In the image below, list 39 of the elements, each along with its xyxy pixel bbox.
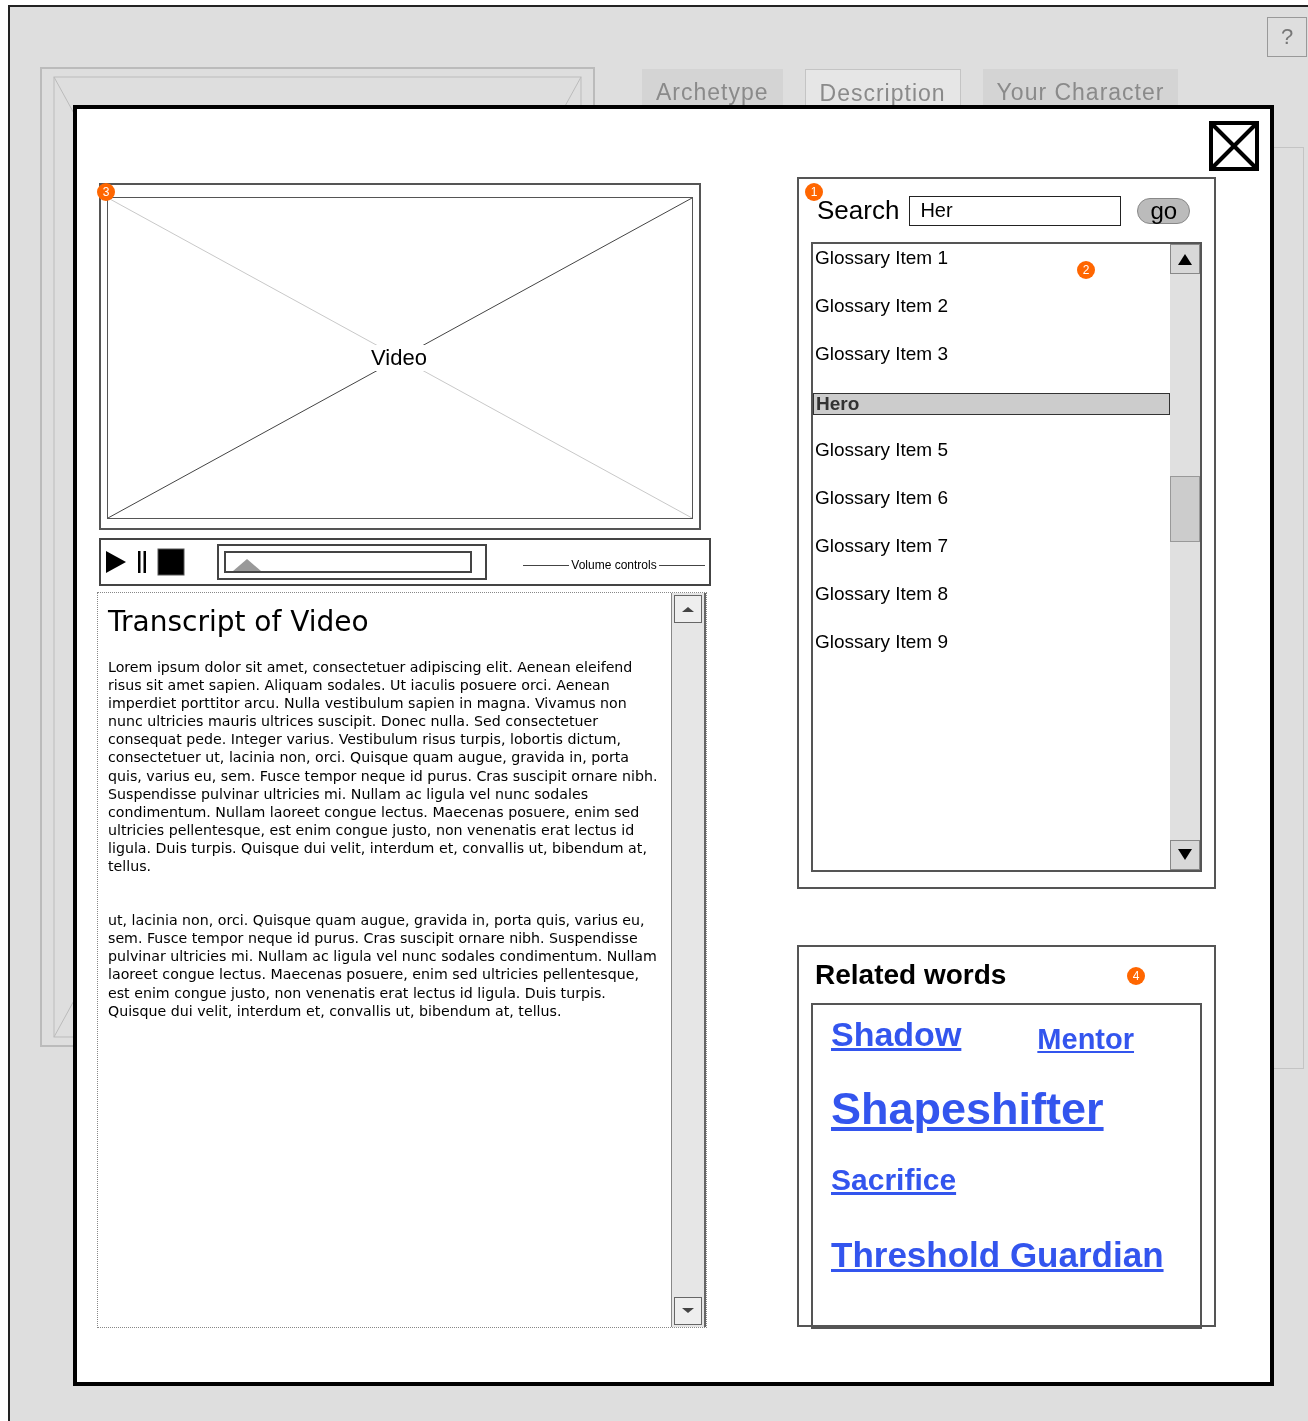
seek-slider[interactable] (217, 544, 487, 580)
slider-thumb[interactable] (233, 559, 262, 571)
scroll-up-icon[interactable] (1170, 244, 1200, 274)
scroll-down-icon[interactable] (674, 1297, 702, 1325)
pause-icon[interactable] (137, 550, 147, 574)
video-label: Video (369, 345, 429, 371)
volume-label: Volume controls (569, 557, 659, 572)
related-word-link[interactable]: Threshold Guardian (831, 1235, 1164, 1275)
glossary-item[interactable]: Hero (813, 393, 1170, 415)
search-field[interactable]: Her (909, 195, 1122, 226)
glossary-item[interactable]: Glossary Item 3 (813, 340, 951, 388)
glossary-item[interactable]: Glossary Item 7 (813, 532, 951, 580)
annotation-badge: 2 (1077, 261, 1095, 279)
scroll-up-icon[interactable] (674, 595, 702, 623)
related-word-link[interactable]: Shadow (831, 1015, 962, 1063)
related-title: Related words (815, 959, 1007, 991)
transcript-title: Transcript of Video (108, 605, 370, 638)
scrollbar[interactable] (671, 593, 706, 1327)
annotation-badge: 3 (97, 183, 115, 201)
annotation-badge: 1 (805, 183, 823, 201)
scroll-thumb[interactable] (1170, 476, 1200, 542)
glossary-item[interactable]: Glossary Item 9 (813, 628, 951, 676)
close-icon[interactable] (1209, 121, 1259, 171)
glossary-item[interactable]: Glossary Item 8 (813, 580, 951, 628)
go-button[interactable]: go (1137, 197, 1191, 224)
play-icon[interactable] (105, 550, 127, 574)
glossary-item[interactable]: Glossary Item 2 (813, 292, 951, 340)
related-word-link[interactable]: Sacrifice (831, 1163, 957, 1197)
related-word-link[interactable]: Mentor (1037, 1015, 1200, 1063)
transcript-paragraph: Lorem ipsum dolor sit amet, consectetuer adipiscing elit. Aenean eleifend risus sit amet sapien. Aliquam sodales. Ut iaculis posuere orci. Aenean imperdiet porttitor arcu. Nulla vestibulum sapien in magna. Vivamus non nunc ultricies mauris ultrices suscipit. Donec nulla. Sed consectetuer consequat pede. Integer varius. Vestibulum risus turpis, lobortis dictum, consectetuer ut, lacinia non, orci. Quisque quam augue, gravida in, porta quis, varius eu, sem. Fusce tempor neque id purus. Cras suscipit ornare nibh. Suspendisse pulvinar ultricies mi. Nullam ac ligula vel nunc sodales condimentum. Nullam laoreet congue lectus. Maecenas posuere, enim sed ultricies pellentesque, est enim congue justo, non venenatis erat lectus id ligula. Duis turpis. Quisque dui velit, interdum et, convallis ut, bibendum at, tellus. (108, 658, 659, 876)
glossary-item[interactable]: Glossary Item 6 (813, 484, 951, 532)
stop-icon[interactable] (157, 548, 185, 576)
related-word-link[interactable]: Shapeshifter (831, 1083, 1200, 1149)
annotation-badge: 4 (1127, 967, 1145, 985)
glossary-item[interactable]: Glossary Item 1 (813, 244, 951, 292)
scroll-down-icon[interactable] (1170, 840, 1200, 870)
glossary-item[interactable]: Glossary Item 5 (813, 436, 951, 484)
scrollbar[interactable] (1170, 244, 1200, 870)
transcript-paragraph: ut, lacinia non, orci. Quisque quam augue, gravida in, porta quis, varius eu, sem. Fusce tempor neque id purus. Cras suscipit ornare nibh. Suspendisse pulvinar ultricies mi. Nullam ac ligula vel nunc sodales condimentum. Nullam laoreet congue lectus. Maecenas posuere, enim sed ultricies pellentesque, est enim congue justo, non venenatis erat lectus id ligula. Duis turpis. Quisque dui velit, interdum et, convallis ut, bibendum at, tellus. (108, 911, 658, 1020)
